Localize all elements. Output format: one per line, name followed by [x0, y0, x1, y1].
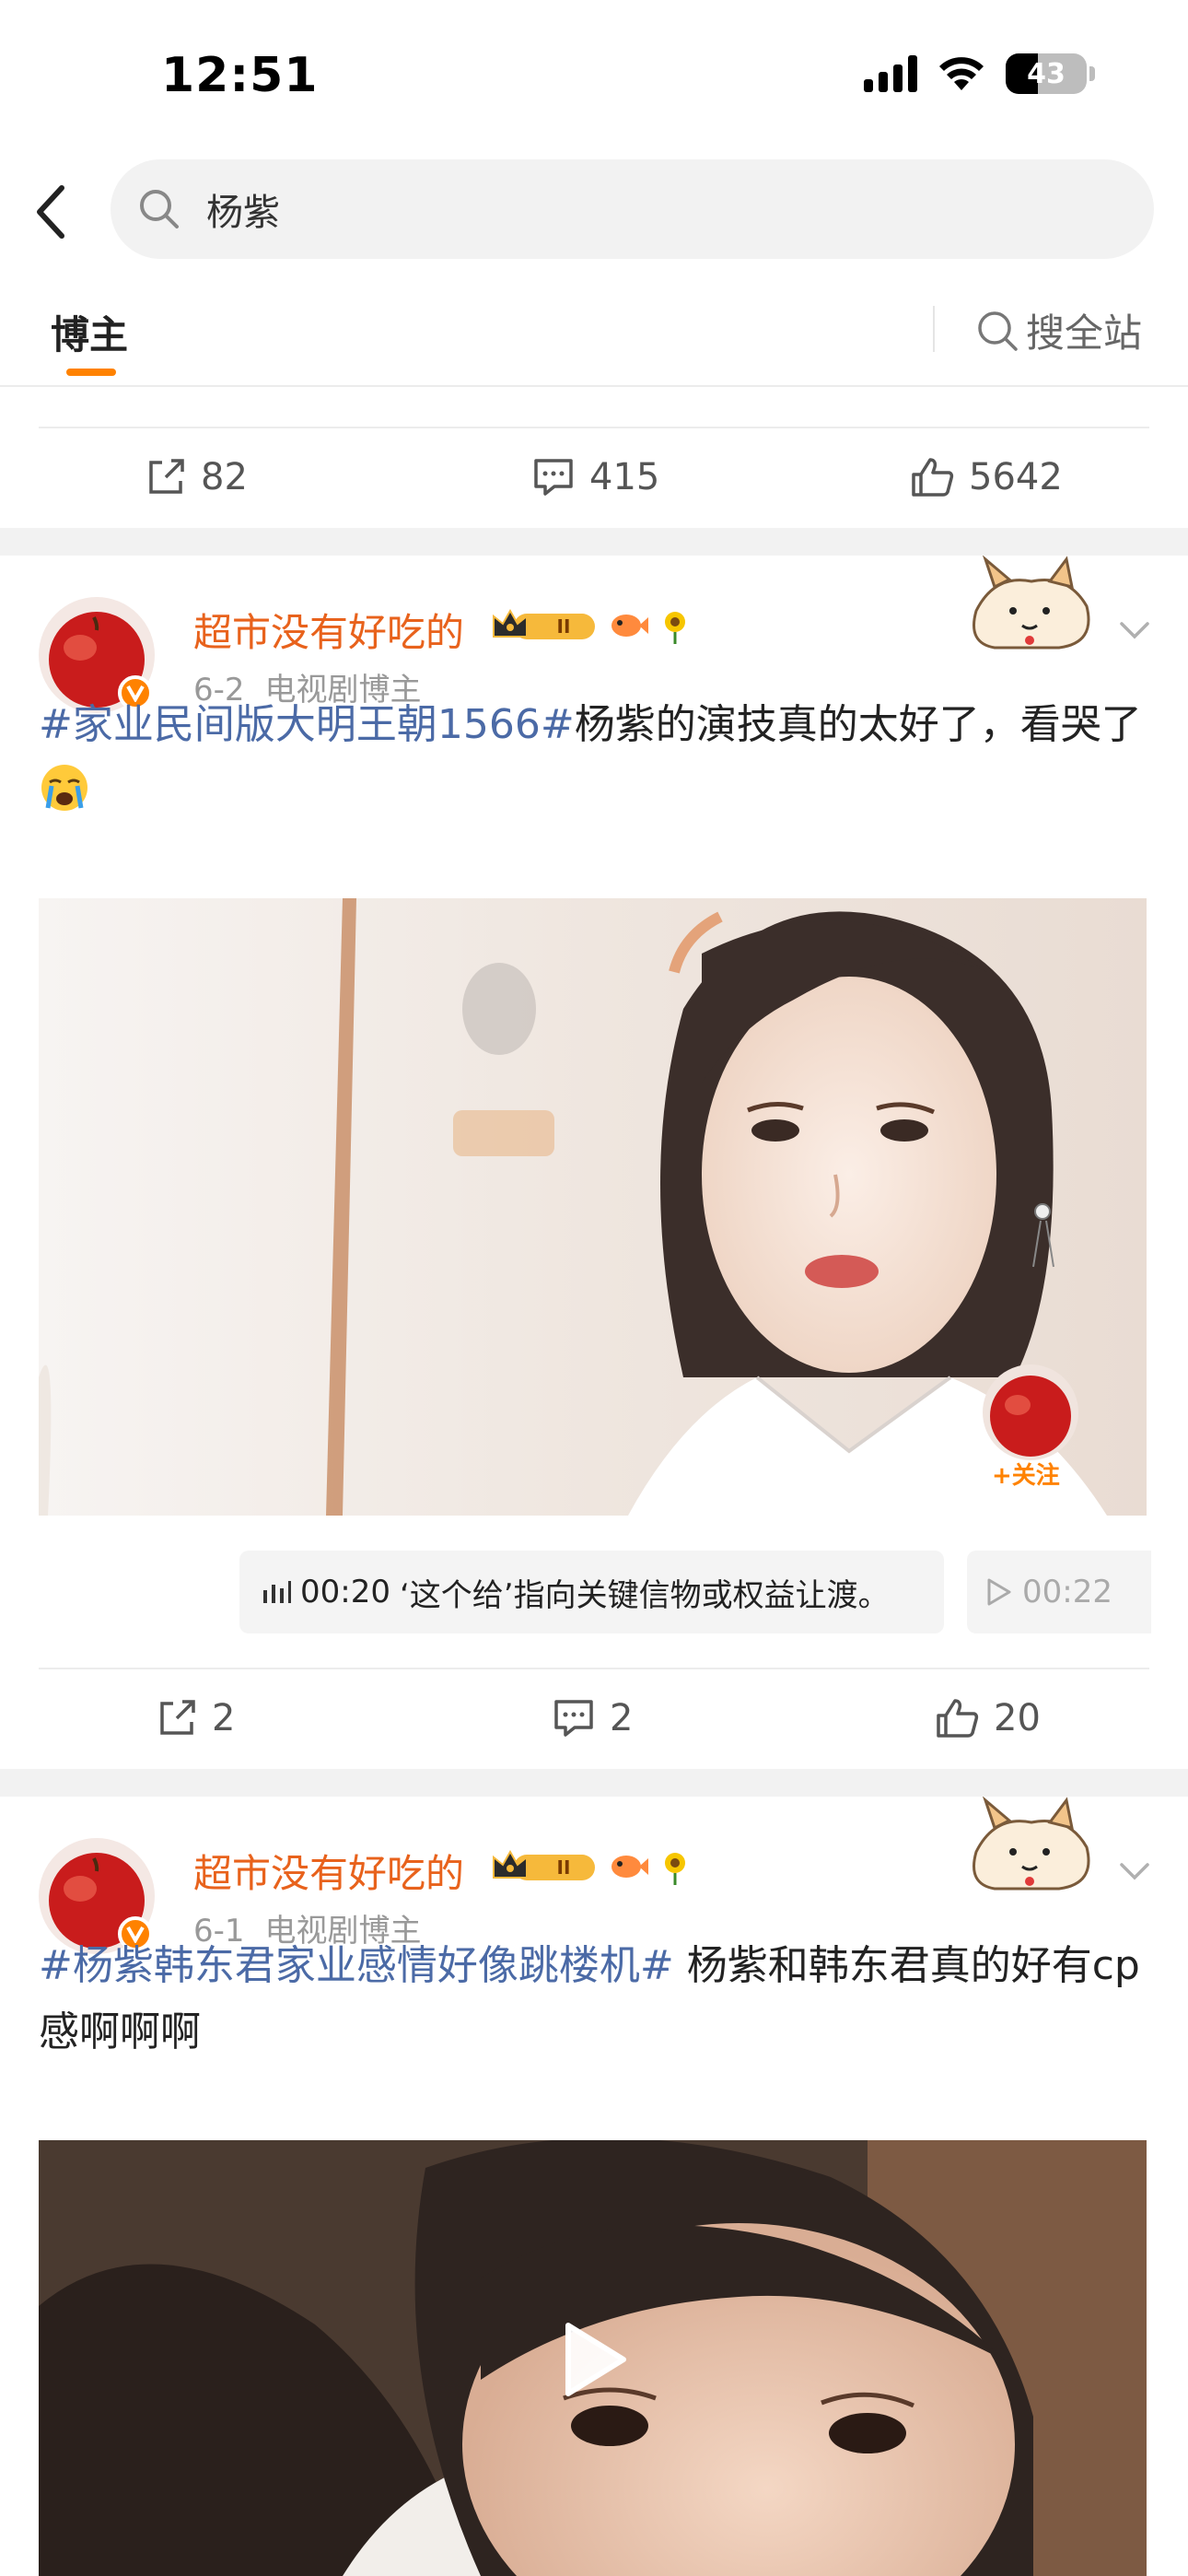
- wifi-icon: [939, 57, 984, 90]
- sunflower-badge-icon: [665, 1853, 685, 1885]
- repost-icon: [149, 459, 184, 494]
- comment-icon: [534, 459, 573, 496]
- chevron-down-icon[interactable]: [1114, 1850, 1155, 1891]
- level-badge-text: II: [557, 1856, 571, 1879]
- active-tab-indicator: [66, 369, 116, 376]
- post-text[interactable]: #家业民间版大明王朝1566#杨紫的演技真的太好了，看哭了: [39, 692, 1144, 825]
- post-card[interactable]: 超市没有好吃的 II 6-1 电视剧博主 #杨紫韩东君家业感情好像跳楼机# 杨紫…: [0, 1797, 1188, 2576]
- comment-count: 415: [589, 456, 660, 498]
- subtitle-chip[interactable]: 00:20 ‘这个给’指向关键信物或权益让渡。: [239, 1551, 944, 1633]
- play-small-icon: [987, 1578, 1011, 1606]
- comment-count: 2: [610, 1697, 634, 1739]
- cartoon-dog-decoration-icon: [973, 1797, 1090, 1891]
- follow-button[interactable]: +关注: [992, 1457, 1060, 1491]
- battery-icon: 43: [1006, 53, 1095, 94]
- post-actions: 2 2 20: [0, 1668, 1188, 1769]
- repost-button[interactable]: 2: [157, 1668, 235, 1769]
- tab-divider: [933, 306, 935, 352]
- like-button[interactable]: 5642: [910, 427, 1063, 528]
- hashtag-link[interactable]: #家业民间版大明王朝1566#: [39, 701, 575, 748]
- site-search-button[interactable]: 搜全站: [976, 302, 1142, 358]
- post-card[interactable]: 超市没有好吃的 II 6-2 电视剧博主 #家业民间版大明王朝1566#杨紫的演…: [0, 556, 1188, 1772]
- cellular-signal-icon: [864, 55, 917, 92]
- username[interactable]: 超市没有好吃的: [193, 1843, 464, 1899]
- cartoon-dog-decoration-icon: [973, 556, 1090, 650]
- feed-separator: [0, 1769, 1188, 1797]
- post-text[interactable]: #杨紫韩东君家业感情好像跳楼机# 杨紫和韩东君真的好有cp感啊啊啊: [39, 1933, 1144, 2066]
- hashtag-link[interactable]: #杨紫韩东君家业感情好像跳楼机#: [39, 1942, 674, 1989]
- back-arrow-icon: [37, 185, 64, 239]
- search-icon: [978, 310, 1018, 351]
- subtitle-time: 00:20: [300, 1574, 390, 1610]
- post-video[interactable]: [39, 898, 1147, 1516]
- repost-count: 2: [212, 1697, 236, 1739]
- search-icon: [140, 190, 179, 228]
- repost-count: 82: [201, 456, 248, 498]
- crown-level-badge-icon: II: [493, 608, 595, 639]
- status-time: 12:51: [161, 48, 319, 103]
- comment-icon: [554, 1700, 593, 1737]
- previous-post-actions: 82 415 5642: [0, 427, 1188, 528]
- filter-tabs: 博主 搜全站: [0, 276, 1188, 387]
- username[interactable]: 超市没有好吃的: [193, 602, 464, 658]
- comment-button[interactable]: 415: [532, 427, 659, 528]
- feed-separator: [0, 528, 1188, 556]
- crown-level-badge-icon: II: [493, 1849, 595, 1880]
- like-count: 20: [994, 1697, 1041, 1739]
- repost-button[interactable]: 82: [146, 427, 248, 528]
- video-thumbnail: [39, 898, 1147, 1516]
- audio-bars-icon: [263, 1581, 291, 1603]
- next-subtitle-time: 00:22: [1022, 1574, 1112, 1610]
- crying-emoji-icon: [41, 765, 87, 811]
- battery-level: 43: [1027, 57, 1066, 90]
- tab-blogger[interactable]: 博主: [51, 304, 128, 360]
- status-icons: 43: [864, 53, 1095, 94]
- comment-button[interactable]: 2: [553, 1668, 633, 1769]
- thumbs-up-icon: [912, 458, 954, 497]
- status-bar: 12:51 43: [0, 0, 1188, 152]
- post-body: 杨紫的演技真的太好了，看哭了: [574, 701, 1142, 748]
- back-button[interactable]: [28, 180, 74, 244]
- user-badges: II: [490, 1846, 693, 1887]
- search-input[interactable]: 杨紫: [111, 159, 1154, 259]
- play-icon[interactable]: [557, 2318, 631, 2401]
- level-badge-text: II: [557, 615, 571, 638]
- sunflower-badge-icon: [665, 612, 685, 644]
- site-search-label: 搜全站: [1026, 310, 1143, 356]
- like-count: 5642: [969, 456, 1063, 498]
- fish-badge-icon: [611, 615, 648, 637]
- search-query: 杨紫: [206, 192, 280, 234]
- fish-badge-icon: [611, 1856, 648, 1878]
- subtitle-text: ‘这个给’指向关键信物或权益让渡。: [399, 1576, 890, 1614]
- chevron-down-icon[interactable]: [1114, 609, 1155, 650]
- subtitle-chip-next[interactable]: 00:22: [967, 1551, 1151, 1633]
- user-badges: II: [490, 605, 693, 646]
- like-button[interactable]: 20: [935, 1668, 1041, 1769]
- video-author-avatar[interactable]: [983, 1364, 1078, 1460]
- repost-icon: [160, 1700, 195, 1735]
- thumbs-up-icon: [937, 1699, 979, 1738]
